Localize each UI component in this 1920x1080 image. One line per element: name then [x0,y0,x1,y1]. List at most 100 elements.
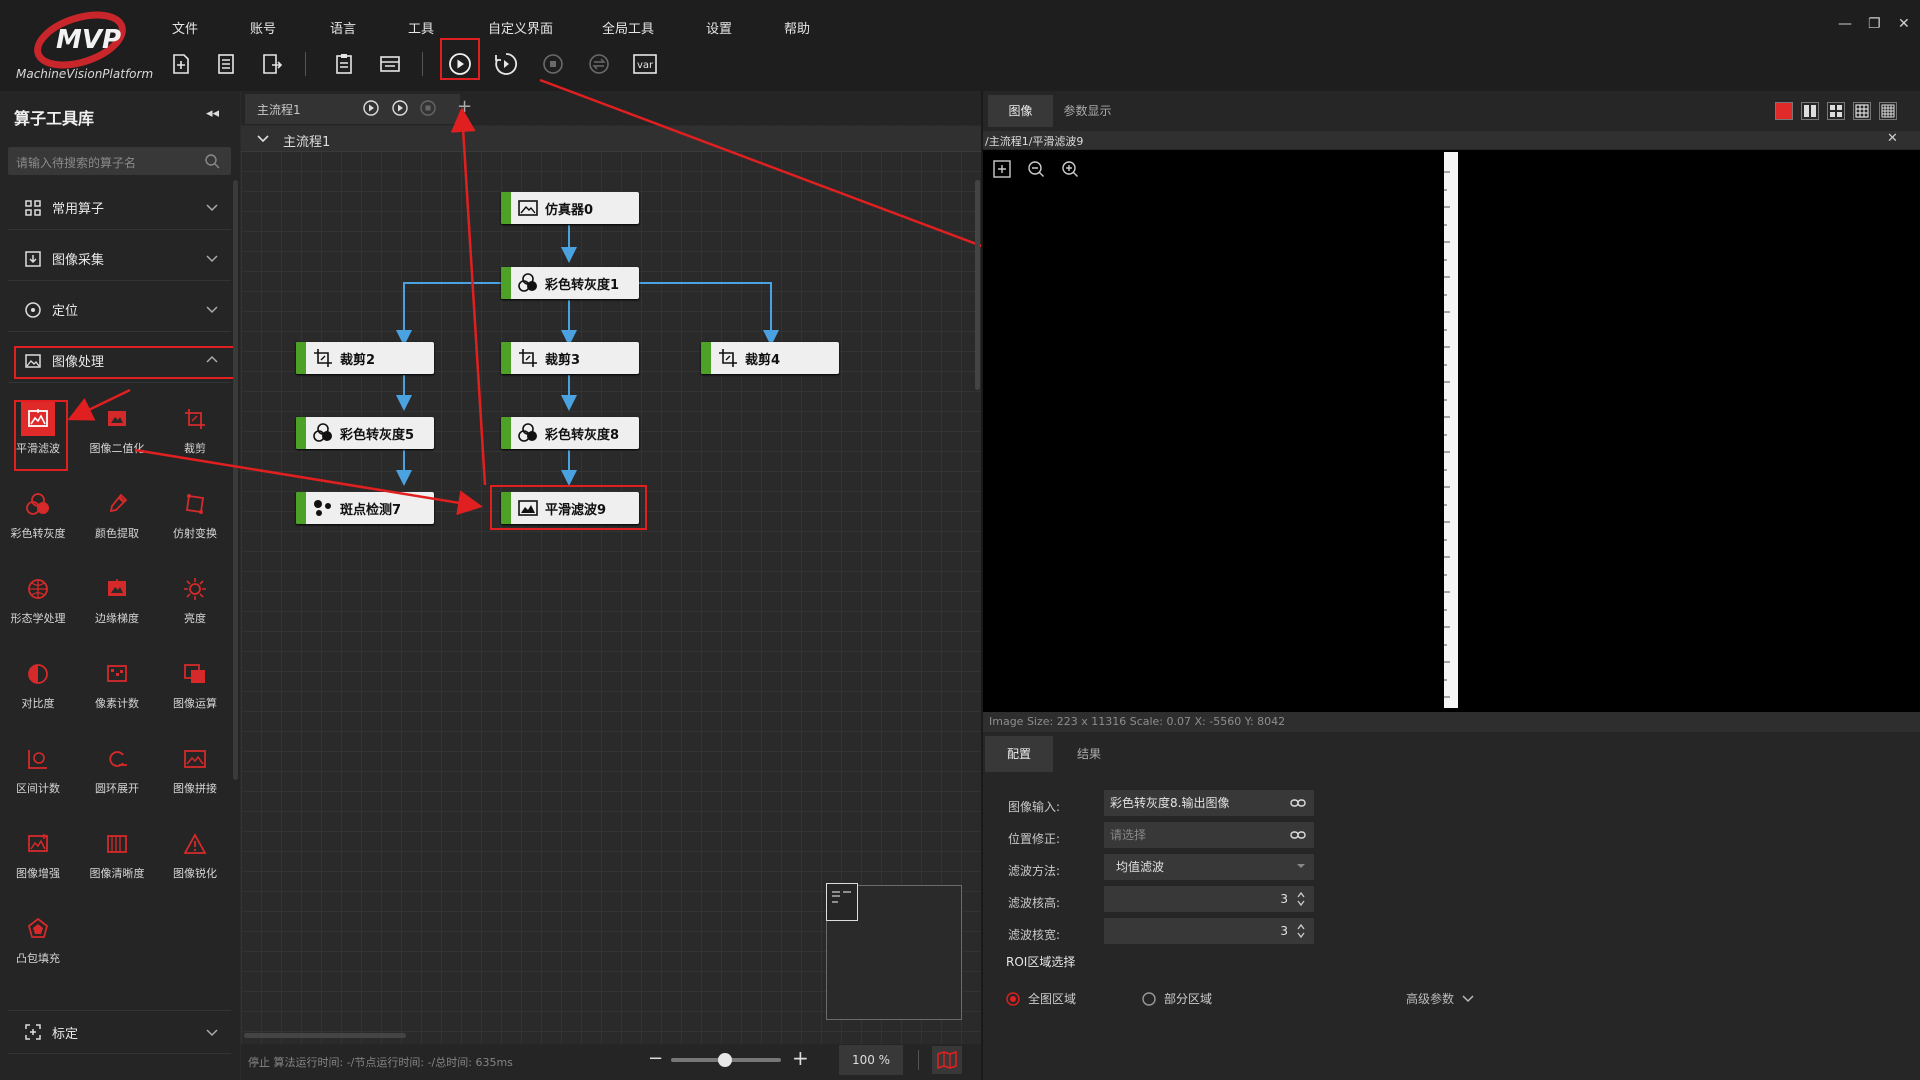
tool-brightness[interactable]: 亮度 [157,564,233,642]
menu-tools[interactable]: 工具 [408,18,434,37]
contrast-icon [21,657,55,691]
close-button[interactable]: ✕ [1898,16,1910,32]
tool-label: 图像锐化 [173,867,217,880]
flow-node-blob-detect-7[interactable]: 斑点检测7 [296,492,434,524]
restore-button[interactable]: ❐ [1868,16,1881,32]
tool-convex-fill[interactable]: 凸包填充 [0,904,76,982]
layout-2-icon[interactable] [1801,102,1819,120]
zoom-in-button[interactable]: + [792,1046,809,1070]
position-fix-field[interactable]: 请选择 [1104,822,1314,848]
flow-node-crop-3[interactable]: 裁剪3 [501,342,639,374]
menu-file[interactable]: 文件 [172,18,198,37]
tool-color-to-gray[interactable]: 彩色转灰度 [0,479,76,557]
category-calibrate[interactable]: 标定 [8,1010,231,1054]
flow-node-color-to-gray-5[interactable]: 彩色转灰度5 [296,417,434,449]
tab-config[interactable]: 配置 [985,736,1053,772]
filter-method-select[interactable]: 均值滤波 [1104,854,1314,880]
tool-sharpness[interactable]: 图像清晰度 [79,819,155,897]
zoom-out-icon[interactable] [1027,160,1045,178]
tab-param-display[interactable]: 参数显示 [1055,95,1120,127]
menu-help[interactable]: 帮助 [784,18,810,37]
link-icon[interactable] [1290,828,1306,842]
menu-language[interactable]: 语言 [330,18,356,37]
field-label-kernel-height: 滤波核高: [1008,896,1061,910]
locate-icon [25,301,41,318]
menu-account[interactable]: 账号 [250,18,276,37]
category-image-capture[interactable]: 图像采集 [8,237,231,281]
switch-icon[interactable] [585,50,613,78]
flow-node-color-to-gray-8[interactable]: 彩色转灰度8 [501,417,639,449]
advanced-params-toggle[interactable]: 高级参数 [1406,990,1474,1007]
tool-affine[interactable]: 仿射变换 [157,479,233,557]
tool-edge-gradient[interactable]: 边缘梯度 [79,564,155,642]
chevron-down-icon [206,1029,218,1037]
stepper-arrows-icon[interactable] [1296,922,1306,940]
tool-crop[interactable]: 裁剪 [157,394,233,472]
layout-4-icon[interactable] [1827,102,1845,120]
link-icon[interactable] [1290,796,1306,810]
flow-node-crop-4[interactable]: 裁剪4 [701,342,839,374]
category-common-operators[interactable]: 常用算子 [8,186,231,230]
minimize-button[interactable]: — [1838,16,1852,32]
fit-view-icon[interactable] [993,160,1011,178]
image-input-field[interactable]: 彩色转灰度8.输出图像 [1104,790,1314,816]
minimap-viewport[interactable] [826,883,858,921]
layout-1-icon[interactable] [1775,102,1793,120]
tool-morphology[interactable]: 形态学处理 [0,564,76,642]
zoom-out-button[interactable]: − [648,1048,663,1069]
kernel-width-stepper[interactable]: 3 [1104,918,1314,944]
new-file-icon[interactable] [167,50,195,78]
variable-icon[interactable]: var [631,50,659,78]
tool-image-calc[interactable]: 图像运算 [157,649,233,727]
search-icon[interactable] [204,153,220,169]
tab-image[interactable]: 图像 [988,95,1053,127]
stepper-arrows-icon[interactable] [1296,890,1306,908]
menu-custom-ui[interactable]: 自定义界面 [488,18,553,37]
layout-6-icon[interactable] [1853,102,1871,120]
menu-settings[interactable]: 设置 [706,18,732,37]
flow-node-crop-2[interactable]: 裁剪2 [296,342,434,374]
roi-option-partial[interactable]: 部分区域 [1142,990,1212,1007]
tool-enhance[interactable]: 图像增强 [0,819,76,897]
tool-contrast[interactable]: 对比度 [0,649,76,727]
save-as-icon[interactable] [258,50,286,78]
capture-icon [25,250,41,267]
layout-icon[interactable] [376,50,404,78]
tab-result[interactable]: 结果 [1055,736,1123,772]
tool-label: 颜色提取 [95,527,139,540]
tool-ring-unwrap[interactable]: 圆环展开 [79,734,155,812]
highlight-tool [14,400,68,471]
map-toggle-button[interactable] [932,1046,962,1074]
category-locate[interactable]: 定位 [8,288,231,332]
tool-label: 图像增强 [16,867,60,880]
layout-9-icon[interactable] [1879,102,1897,120]
tool-stitch[interactable]: 图像拼接 [157,734,233,812]
flow-node-simulator[interactable]: 仿真器0 [501,192,639,224]
clipboard-icon[interactable] [330,50,358,78]
ring-unwrap-icon [100,742,134,776]
stop-icon[interactable] [539,50,567,78]
tool-label: 裁剪 [184,442,206,455]
tool-range-count[interactable]: 区间计数 [0,734,76,812]
flow-node-color-to-gray-1[interactable]: 彩色转灰度1 [501,267,639,299]
roi-option-full[interactable]: 全图区域 [1006,990,1076,1007]
tool-pixel-count[interactable]: 像素计数 [79,649,155,727]
tool-sharpen[interactable]: 图像锐化 [157,819,233,897]
image-icon [517,197,539,219]
run-loop-icon[interactable] [492,50,520,78]
zoom-in-icon[interactable] [1061,160,1079,178]
save-icon[interactable] [212,50,240,78]
menu-global-tools[interactable]: 全局工具 [602,18,654,37]
tool-binarize[interactable]: 图像二值化 [79,394,155,472]
library-scrollbar[interactable] [233,180,238,780]
filter-method-value: 均值滤波 [1116,860,1165,874]
kernel-height-stepper[interactable]: 3 [1104,886,1314,912]
canvas-horizontal-scrollbar[interactable] [244,1033,406,1038]
close-image-icon[interactable]: ✕ [1887,131,1898,146]
canvas-vertical-scrollbar[interactable] [975,180,980,390]
zoom-slider-handle[interactable] [718,1053,732,1067]
collapse-panel-icon[interactable]: ◂◂ [206,106,219,121]
tool-color-extract[interactable]: 颜色提取 [79,479,155,557]
tool-label: 凸包填充 [16,952,60,965]
zoom-value[interactable]: 100 % [839,1045,903,1075]
